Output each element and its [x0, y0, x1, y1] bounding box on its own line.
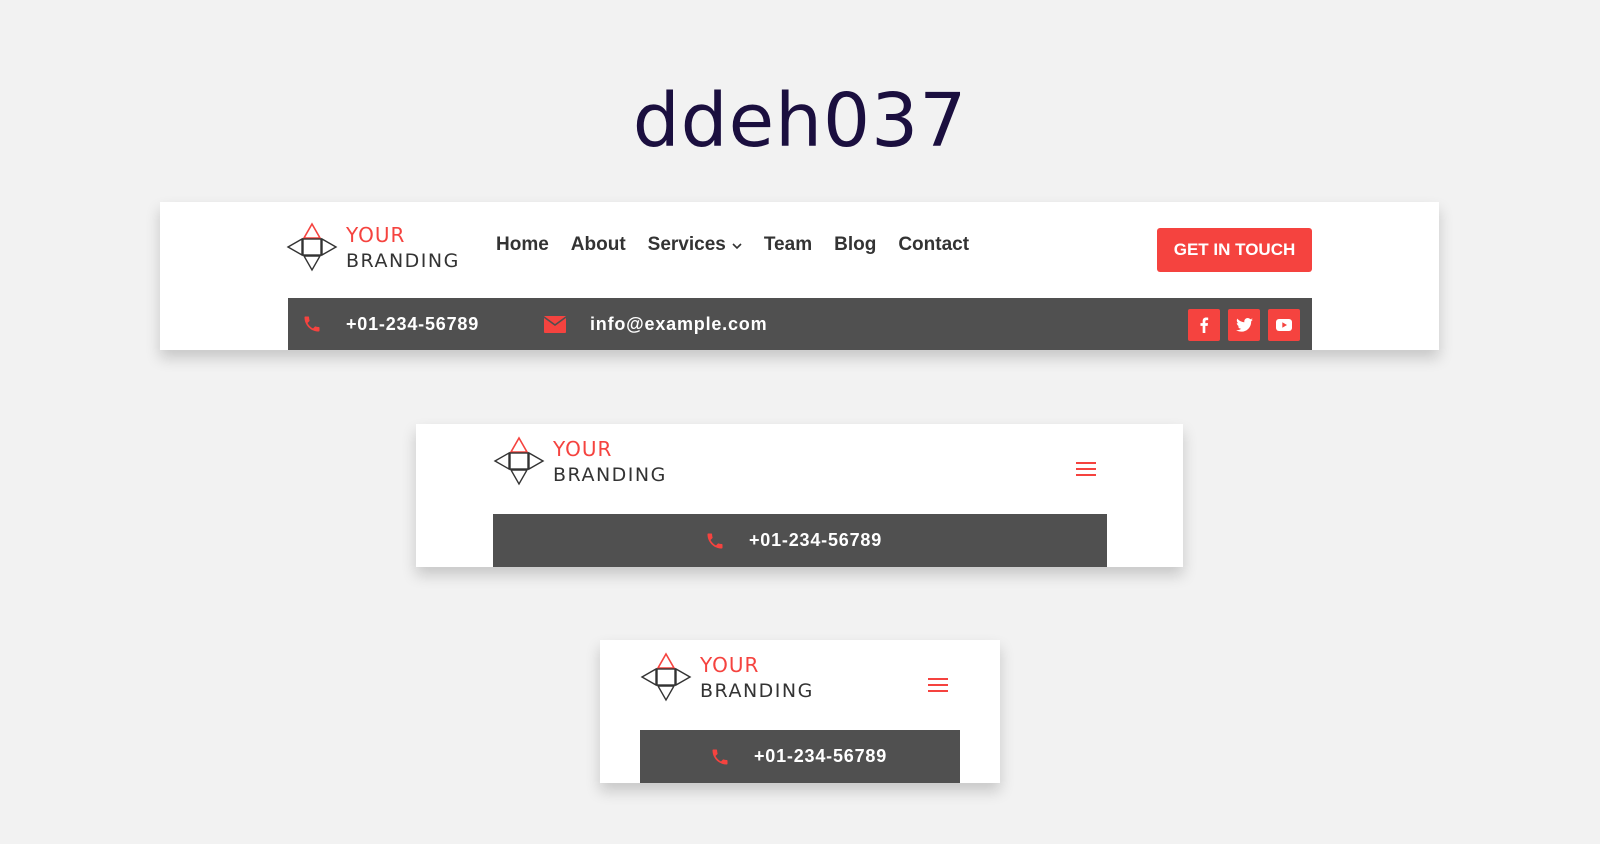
- youtube-icon: [1276, 319, 1292, 331]
- social-links: [1180, 309, 1300, 341]
- main-nav: Home About Services Team Blog Contact: [496, 234, 991, 256]
- chevron-down-icon: [732, 234, 742, 256]
- get-in-touch-button[interactable]: GET IN TOUCH: [1157, 228, 1312, 272]
- envelope-icon: [544, 315, 566, 333]
- phone-link[interactable]: +01-234-56789: [710, 730, 887, 783]
- phone-link[interactable]: +01-234-56789: [705, 514, 882, 567]
- desktop-header-preview: YOUR BRANDING Home About Services Team B…: [160, 202, 1439, 350]
- logo[interactable]: YOUR BRANDING: [640, 652, 814, 704]
- logo-text-branding: BRANDING: [346, 250, 460, 272]
- nav-item-contact[interactable]: Contact: [898, 234, 969, 256]
- facebook-button[interactable]: [1188, 309, 1220, 341]
- tablet-header-preview: YOUR BRANDING +01-234-56789: [416, 424, 1183, 567]
- logo[interactable]: YOUR BRANDING: [493, 436, 667, 488]
- logo-text-your: YOUR: [553, 437, 613, 461]
- nav-item-services[interactable]: Services: [648, 234, 742, 256]
- nav-item-services-label: Services: [647, 234, 726, 255]
- logo-text-branding: BRANDING: [700, 680, 814, 702]
- phone-number: +01-234-56789: [749, 530, 883, 550]
- nav-item-about[interactable]: About: [571, 234, 626, 256]
- hamburger-menu-button[interactable]: [928, 678, 950, 694]
- email-address: info@example.com: [590, 313, 768, 334]
- contact-bar: +01-234-56789: [493, 514, 1107, 567]
- logo-text-your: YOUR: [700, 653, 760, 677]
- mobile-header-preview: YOUR BRANDING +01-234-56789: [600, 640, 1000, 783]
- phone-number: +01-234-56789: [346, 313, 480, 334]
- phone-icon: [707, 533, 723, 548]
- hamburger-menu-button[interactable]: [1076, 462, 1098, 478]
- logo-mark-icon: [286, 222, 338, 272]
- phone-icon: [304, 316, 320, 332]
- nav-item-home[interactable]: Home: [496, 234, 549, 256]
- logo-text-branding: BRANDING: [553, 464, 667, 486]
- phone-link[interactable]: +01-234-56789: [302, 298, 479, 350]
- logo[interactable]: YOUR BRANDING: [286, 222, 460, 274]
- nav-item-blog[interactable]: Blog: [834, 234, 876, 256]
- phone-number: +01-234-56789: [754, 746, 888, 766]
- email-link[interactable]: info@example.com: [544, 298, 767, 350]
- page-title: ddeh037: [632, 78, 968, 164]
- logo-text-your: YOUR: [346, 223, 406, 247]
- facebook-icon: [1200, 317, 1209, 333]
- contact-bar: +01-234-56789: [640, 730, 960, 783]
- logo-mark-icon: [493, 436, 545, 486]
- twitter-button[interactable]: [1228, 309, 1260, 341]
- twitter-icon: [1235, 318, 1253, 332]
- contact-bar: +01-234-56789 info@example.com: [288, 298, 1312, 350]
- nav-item-team[interactable]: Team: [764, 234, 812, 256]
- phone-icon: [712, 749, 728, 764]
- youtube-button[interactable]: [1268, 309, 1300, 341]
- logo-mark-icon: [640, 652, 692, 702]
